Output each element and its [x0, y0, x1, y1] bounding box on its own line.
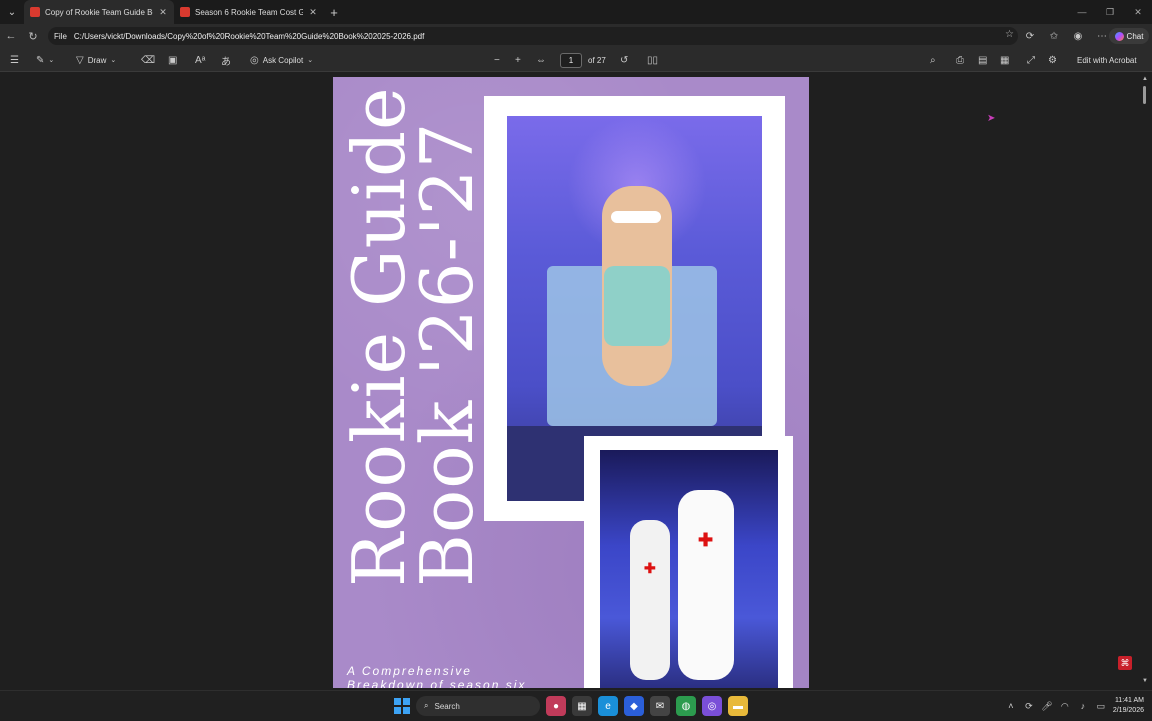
chevron-down-icon: ⌄	[110, 57, 117, 64]
acrobat-icon[interactable]: ⌘	[1118, 656, 1132, 670]
teams-icon[interactable]: ◆	[624, 696, 644, 716]
pdf-icon	[180, 7, 190, 17]
windows-start-icon[interactable]	[394, 698, 410, 714]
copilot-icon	[1114, 31, 1124, 41]
battery-icon[interactable]: ▭	[1095, 701, 1107, 712]
taskbar-apps: ⌕ Search ● ▦ e ◆ ✉ ◍ ◎ ▬	[394, 691, 748, 721]
close-window-button[interactable]: ✕	[1124, 0, 1152, 24]
mail-icon[interactable]: ✉	[650, 696, 670, 716]
search-icon[interactable]: ⌕	[930, 48, 936, 72]
microphone-icon[interactable]: 🎤︎	[1041, 701, 1053, 712]
clock-date: 2/19/2026	[1112, 707, 1144, 714]
translate-icon[interactable]: あ	[221, 48, 231, 72]
search-placeholder: Search	[434, 701, 460, 711]
url-text[interactable]: C:/Users/vickt/Downloads/Copy%20of%20Roo…	[74, 32, 424, 41]
scroll-down-arrow-icon[interactable]: ▼	[1142, 678, 1148, 684]
tab-actions-menu-icon[interactable]: ⌄	[0, 0, 24, 24]
pdf-page: Rookie Guide Book '26-'27 ✚ ✚ A Comprehe…	[333, 77, 809, 688]
copilot-chat-button[interactable]: Chat	[1109, 28, 1149, 44]
draw-icon: ▽	[76, 54, 84, 66]
extensions-icon[interactable]: ⟳	[1020, 31, 1040, 42]
back-arrow-icon[interactable]: ←	[0, 30, 22, 42]
scrollbar-thumb[interactable]	[1143, 86, 1146, 104]
ask-copilot-button[interactable]: ◎ Ask Copilot ⌄	[250, 48, 313, 72]
subtitle-line-1: A Comprehensive	[347, 664, 472, 678]
title-line-2: Book '26-'27	[405, 121, 489, 587]
file-explorer-icon[interactable]: ▬	[728, 696, 748, 716]
nurse-dancers-photo: ✚ ✚	[600, 450, 778, 688]
settings-gear-icon[interactable]: ⚙	[1048, 48, 1057, 72]
app-icon-1[interactable]: ●	[546, 696, 566, 716]
subtitle-line-2: Breakdown of season six	[347, 678, 527, 688]
widgets-icon[interactable]: ▦	[572, 696, 592, 716]
read-aloud-icon[interactable]: Aᵃ	[195, 48, 205, 72]
wifi-icon[interactable]: ◠	[1059, 701, 1071, 712]
clock-time: 11:41 AM	[1114, 697, 1144, 704]
ask-copilot-label: Ask Copilot	[262, 55, 304, 65]
minimize-button[interactable]: —	[1068, 0, 1096, 24]
rotate-icon[interactable]: ↺	[620, 48, 628, 72]
document-subtitle: A Comprehensive Breakdown of season six	[347, 664, 526, 688]
chevron-up-icon[interactable]: ˄	[1005, 701, 1017, 711]
close-tab-icon[interactable]: ✕	[158, 7, 168, 18]
page-total: of 27	[588, 55, 606, 65]
pdf-toolbar: ☰ ✎ ⌄ ▽ Draw ⌄ ⌫ ▣ Aᵃ あ ◎ Ask Copilot ⌄ −…	[0, 48, 1152, 72]
favorite-star-icon[interactable]: ☆	[1005, 29, 1014, 40]
fullscreen-icon[interactable]: ⤢	[1027, 48, 1035, 72]
text-box-icon[interactable]: ▣	[168, 48, 177, 72]
chevron-down-icon: ⌄	[307, 57, 314, 64]
volume-icon[interactable]: ♪	[1077, 701, 1089, 711]
search-icon: ⌕	[424, 701, 429, 710]
save-as-icon[interactable]: ▦	[1000, 48, 1009, 72]
chrome-icon[interactable]: ◍	[676, 696, 696, 716]
file-chip: File	[54, 31, 67, 41]
page-view-icon[interactable]: ▯▯	[647, 48, 658, 72]
taskbar-search[interactable]: ⌕ Search	[416, 696, 540, 716]
sync-icon[interactable]: ⟳	[1023, 701, 1035, 712]
pdf-icon	[30, 7, 40, 17]
favorites-icon[interactable]: ✩	[1044, 31, 1064, 42]
title-line-1: Rookie Guide	[337, 86, 421, 587]
close-tab-icon[interactable]: ✕	[308, 7, 318, 18]
restore-button[interactable]: ❐	[1096, 0, 1124, 24]
fit-page-icon[interactable]: ⇔	[536, 48, 546, 72]
mouse-cursor-icon: ➤	[987, 113, 996, 124]
draw-button[interactable]: ▽ Draw ⌄	[76, 48, 116, 72]
page-number-input[interactable]	[560, 52, 582, 68]
clock[interactable]: 11:41 AM 2/19/2026	[1113, 696, 1144, 716]
zoom-in-icon[interactable]: +	[515, 48, 521, 72]
window-controls: — ❐ ✕	[1068, 0, 1152, 24]
highlight-icon[interactable]: ✎ ⌄	[36, 48, 54, 72]
chat-label: Chat	[1126, 31, 1144, 41]
system-tray: ˄ ⟳ 🎤︎ ◠ ♪ ▭ 11:41 AM 2/19/2026	[1005, 691, 1152, 721]
browser-toolbar-icons: ⟳ ✩ ◉ ⋯	[1020, 24, 1112, 48]
edit-with-acrobat-button[interactable]: Edit with Acrobat	[1077, 48, 1137, 72]
refresh-icon[interactable]: ↻	[22, 30, 44, 43]
draw-label: Draw	[87, 55, 107, 65]
tab-label: Season 6 Rookie Team Cost Guide	[195, 7, 303, 17]
copilot-icon: ◎	[250, 54, 259, 66]
taskbar: ⌕ Search ● ▦ e ◆ ✉ ◍ ◎ ▬ ˄ ⟳ 🎤︎ ◠ ♪ ▭ 11…	[0, 690, 1152, 720]
save-icon[interactable]: ▤	[978, 48, 987, 72]
address-bar-row: ← ↻ File C:/Users/vickt/Downloads/Copy%2…	[0, 24, 1152, 48]
copilot-app-icon[interactable]: ◎	[702, 696, 722, 716]
edge-browser-icon[interactable]: e	[598, 696, 618, 716]
tab-strip: ⌄ Copy of Rookie Team Guide Book ✕ Seaso…	[0, 0, 1152, 24]
address-bar[interactable]: File C:/Users/vickt/Downloads/Copy%20of%…	[48, 27, 1018, 45]
tab-label: Copy of Rookie Team Guide Book	[45, 7, 153, 17]
tab-cost-guide[interactable]: Season 6 Rookie Team Cost Guide ✕	[174, 0, 324, 24]
document-title: Rookie Guide Book '26-'27	[337, 86, 489, 587]
scroll-up-arrow-icon[interactable]: ▲	[1142, 76, 1148, 82]
new-tab-button[interactable]: +	[324, 5, 344, 20]
tab-rookie-guide[interactable]: Copy of Rookie Team Guide Book ✕	[24, 0, 174, 24]
page-number-group: of 27	[560, 48, 606, 72]
zoom-out-icon[interactable]: −	[494, 48, 500, 72]
eraser-icon[interactable]: ⌫	[141, 48, 155, 72]
contents-icon[interactable]: ☰	[10, 48, 19, 72]
print-icon[interactable]: ⎙	[956, 48, 964, 72]
profile-icon[interactable]: ◉	[1068, 31, 1088, 42]
